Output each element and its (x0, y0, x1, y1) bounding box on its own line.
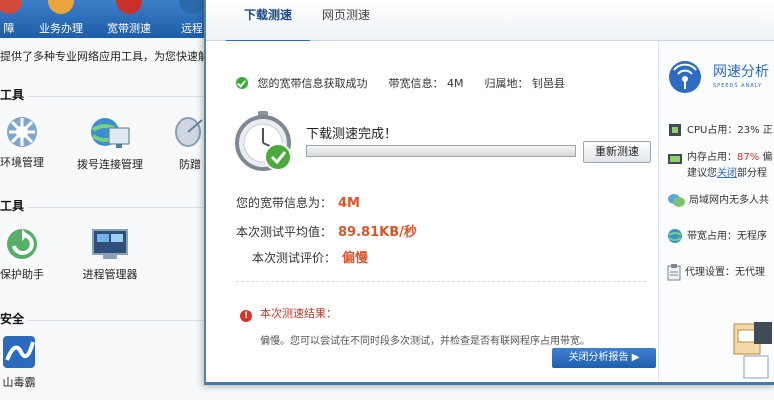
memory-status: 偏 (762, 152, 773, 163)
business-icon (48, 0, 74, 14)
toolbar-item-speedtest[interactable]: 宽带测速 (104, 0, 154, 38)
location-value: 钊邑县 (532, 77, 565, 90)
close-analysis-report-button[interactable]: 关闭分析报告 ▶ (552, 348, 656, 368)
stopwatch-check-icon (235, 111, 292, 171)
proxy-value: 无代理 (735, 267, 765, 278)
lan-sharing-row: 局域网内无多人共 (667, 191, 769, 208)
memory-chip-icon (668, 154, 682, 164)
proxy-label: 代理设置： (685, 267, 735, 278)
cpu-value: 23% (737, 125, 760, 136)
test-progress-bar (306, 145, 576, 157)
section-title: 安全 (0, 312, 25, 326)
tool-environment-manager[interactable]: 环境管理 (0, 114, 50, 170)
toolbar-item-business[interactable]: 业务办理 (36, 0, 86, 38)
success-check-icon (236, 77, 248, 89)
analysis-title-text: 本次测速结果： (260, 307, 337, 320)
section-divider (236, 281, 646, 282)
clipboard-icon (667, 264, 681, 281)
cpu-label: CPU占用： (687, 125, 738, 136)
shield-wheel-icon (7, 117, 37, 147)
panel-subtitle: SPEEDS ANALY (713, 83, 762, 89)
progress-fill (307, 146, 575, 156)
wifi-analysis-icon (669, 61, 701, 93)
result-rating-value: 偏慢 (342, 251, 369, 266)
tool-dialup-manager[interactable]: 拨号连接管理 (72, 114, 148, 172)
tool-protection-assistant[interactable]: 保护助手 (0, 226, 50, 282)
warning-icon: ! (240, 310, 252, 322)
memory-label: 内存占用： (687, 152, 737, 163)
tool-process-manager[interactable]: 进程管理器 (80, 226, 140, 282)
tools-description: 提供了多种专业网络应用工具，为您快速解 (0, 50, 209, 63)
protection-arrow-icon (7, 229, 37, 259)
section-divider (28, 96, 208, 97)
retest-button[interactable]: 重新测速 (583, 141, 651, 163)
bandwidth-status-row: 您的宽带信息获取成功 带宽信息： 4M 归属地： 钊邑县 (236, 75, 565, 91)
antivirus-icon (3, 336, 35, 368)
result-bandwidth-value: 4M (338, 196, 360, 211)
bandwidth-usage-row: 带宽占用：无程序 (667, 227, 767, 244)
memory-usage-row: 内存占用：87% 偏 建议您关闭部分程 (667, 151, 772, 180)
proxy-settings-row: 代理设置：无代理 (667, 263, 765, 281)
tab-download-speed[interactable]: 下载测速 (226, 4, 311, 47)
result-rating-label: 本次测试评价： (252, 251, 337, 265)
result-rating: 本次测试评价： 偏慢 (252, 247, 368, 266)
tab-bar: 下载测速 网页测速 (206, 0, 774, 47)
section-divider (28, 207, 208, 208)
speedometer-icon (116, 0, 142, 14)
toolbar-icon (0, 0, 22, 14)
close-programs-link[interactable]: 关闭 (717, 168, 737, 179)
download-test-complete-title: 下载测速完成！ (306, 127, 398, 142)
section-title: 工具 (0, 199, 25, 213)
memory-advice-text: 建议您 (687, 168, 717, 179)
result-average-speed: 本次测试平均值： 89.81KB/秒 (236, 221, 417, 240)
remote-icon (179, 0, 205, 14)
section-title: 工具 (0, 88, 25, 102)
toolbar-item-0[interactable]: 障 (0, 0, 24, 38)
location-label: 归属地： (484, 77, 529, 90)
result-bandwidth-label: 您的宽带信息为： (236, 196, 333, 210)
satellite-dish-icon (175, 117, 203, 147)
memory-value: 87% (737, 152, 760, 163)
section-divider (28, 320, 208, 321)
bandwidth-info-value: 4M (447, 77, 464, 90)
panel-title: 网速分析 (713, 64, 769, 80)
status-success-text: 您的宽带信息获取成功 (257, 77, 368, 90)
process-monitor-icon (92, 229, 128, 259)
lan-text: 局域网内无多人共 (689, 195, 769, 206)
speed-test-main: 您的宽带信息获取成功 带宽信息： 4M 归属地： 钊邑县 下载测速完成！ 重新测… (206, 41, 659, 382)
analysis-title: ! 本次测速结果： (240, 305, 337, 322)
memory-advice-tail: 部分程 (737, 168, 767, 179)
speed-test-window: 下载测速 网页测速 您的宽带信息获取成功 带宽信息： 4M 归属地： 钊邑县 下… (204, 0, 774, 385)
tab-webpage-speed[interactable]: 网页测速 (304, 4, 388, 40)
cpu-status: 正 (762, 125, 773, 136)
globe-icon (668, 229, 682, 243)
result-bandwidth: 您的宽带信息为： 4M (236, 194, 360, 211)
bandwidth-value: 无程序 (737, 231, 767, 242)
bandwidth-label: 带宽占用： (687, 231, 737, 242)
result-average-label: 本次测试平均值： (236, 225, 333, 239)
chat-bubbles-icon (668, 194, 685, 207)
bandwidth-info-label: 带宽信息： (388, 77, 444, 90)
globe-monitor-icon (91, 118, 130, 148)
result-average-value: 89.81KB/秒 (338, 225, 417, 240)
desktop-shortcut-icon[interactable] (730, 320, 774, 380)
cpu-chip-icon (669, 124, 681, 136)
cpu-usage-row: CPU占用：23% 正 (667, 121, 773, 138)
analysis-text: 偏慢。您可以尝试在不同时段多次测试，并检查是否有联网程序占用带宽。 (260, 336, 590, 347)
tool-antivirus[interactable]: 山毒霸 (0, 334, 44, 390)
